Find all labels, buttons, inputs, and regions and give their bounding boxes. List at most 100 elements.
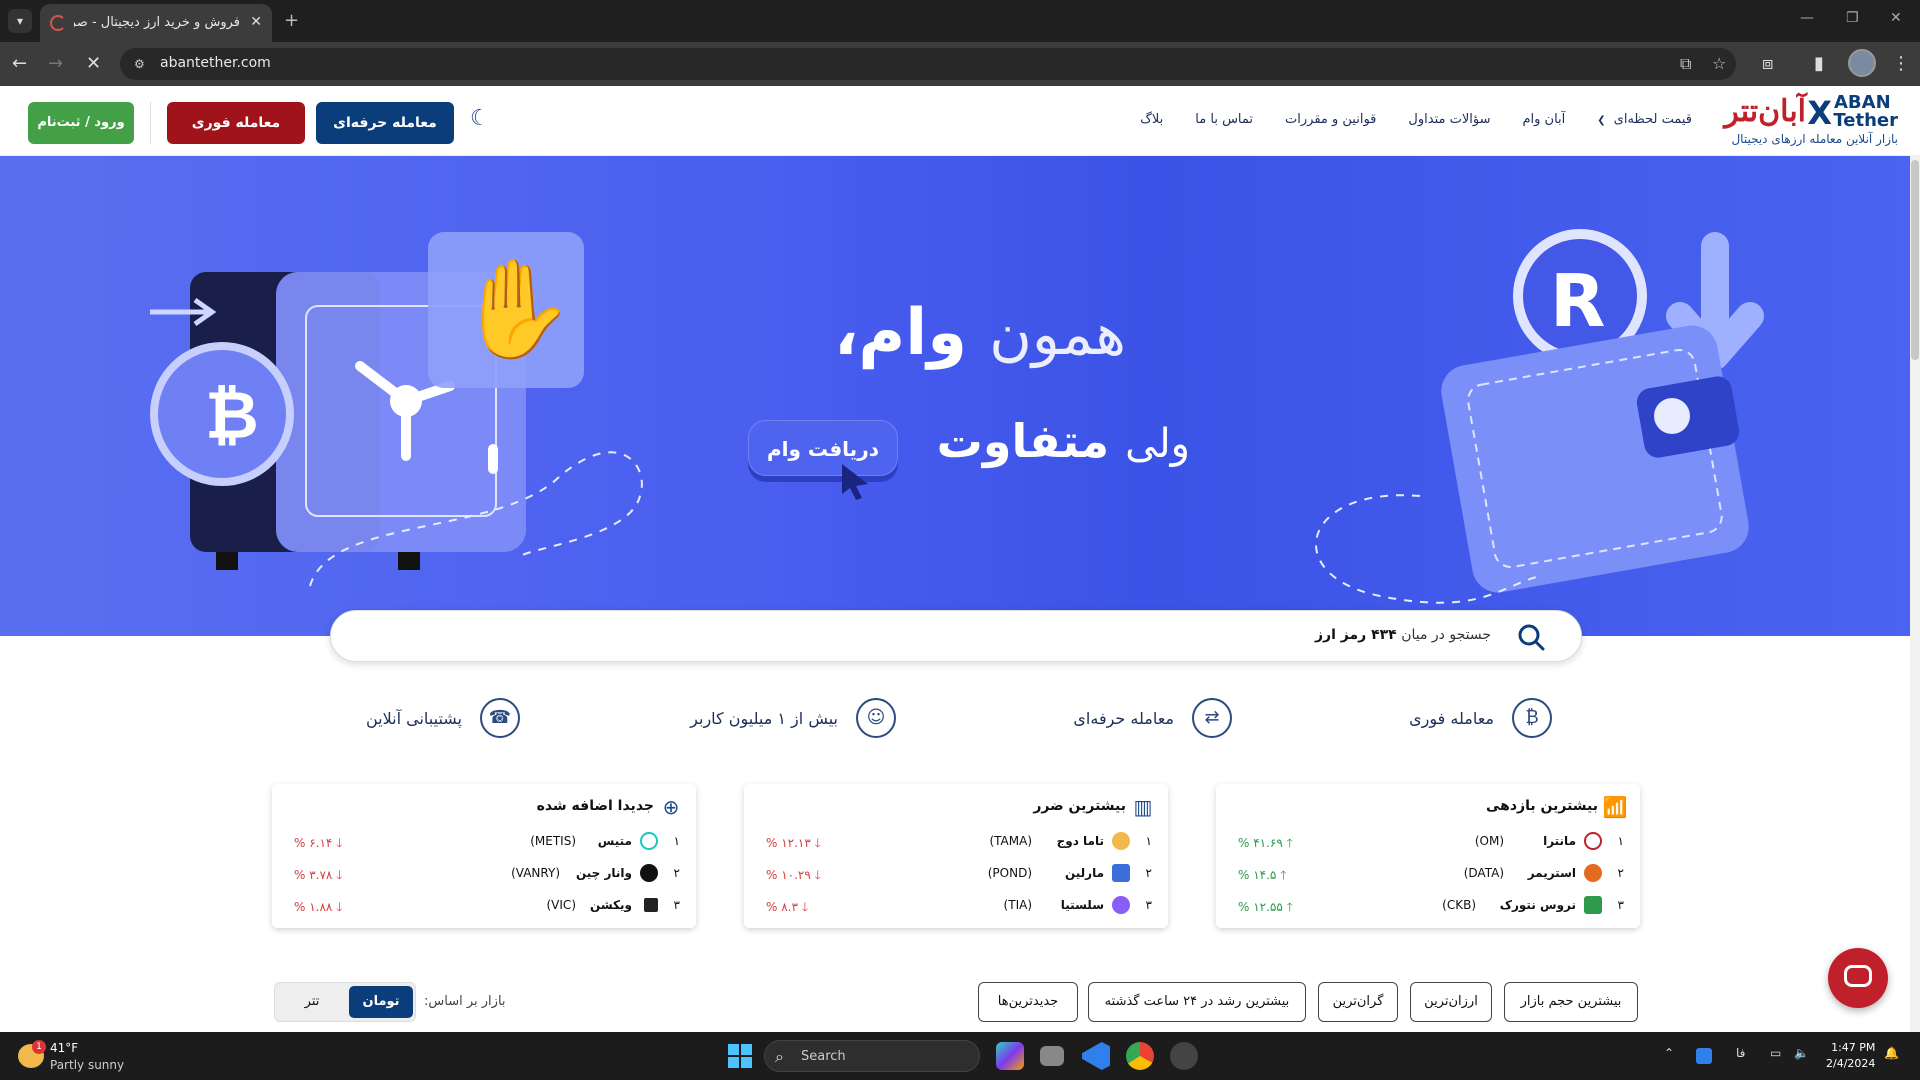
chrome-app-icon[interactable] bbox=[1126, 1042, 1154, 1070]
address-bar[interactable]: ⚙ abantether.com ⧉ ☆ bbox=[120, 48, 1736, 80]
toggle-toman[interactable]: تومان bbox=[349, 986, 413, 1018]
filter-most-expensive[interactable]: گران‌ترین bbox=[1318, 982, 1398, 1022]
taskbar-search[interactable]: ⌕ Search bbox=[764, 1040, 980, 1072]
nav-aban-loan[interactable]: آبان وام bbox=[1522, 112, 1565, 127]
tab-search-icon[interactable]: ▾ bbox=[8, 9, 32, 33]
network-icon[interactable]: ▭ bbox=[1770, 1046, 1781, 1060]
list-item[interactable]: ۱ تاما دوج (TAMA)% ۱۲.۱۳ 🡓 bbox=[760, 832, 1152, 852]
market-basis-label: بازار بر اساس: bbox=[424, 994, 506, 1009]
weather-status[interactable]: Partly sunny bbox=[50, 1058, 124, 1072]
stop-icon[interactable]: ✕ bbox=[86, 52, 101, 76]
back-icon[interactable]: ← bbox=[12, 52, 27, 76]
logo-fa: آبان‌تتر bbox=[1724, 94, 1806, 129]
wasp-app-icon[interactable] bbox=[1170, 1042, 1198, 1070]
list-item[interactable]: ۱ متیس (METIS)% ۶.۱۴ 🡓 bbox=[288, 832, 680, 852]
feature-instant-trade[interactable]: ₿ معامله فوری bbox=[1409, 698, 1552, 738]
svg-text:₿: ₿ bbox=[205, 377, 259, 454]
arrow-down-icon: 🡓 bbox=[336, 868, 343, 882]
arrow-up-icon: 🡑 bbox=[1286, 900, 1293, 914]
headset-icon: ☎ bbox=[480, 698, 520, 738]
site-logo[interactable]: آبان‌تتر X ABAN Tether بازار آنلاین معامل… bbox=[1708, 92, 1898, 148]
tray-app-icon[interactable] bbox=[1696, 1048, 1712, 1064]
window-close-icon[interactable]: ✕ bbox=[1890, 10, 1902, 26]
tray-chevron-icon[interactable]: ⌃ bbox=[1664, 1046, 1674, 1060]
new-tab-icon[interactable]: + bbox=[284, 10, 299, 31]
site-header: آبان‌تتر X ABAN Tether بازار آنلاین معامل… bbox=[0, 86, 1920, 156]
bitcoin-exchange-icon: ₿ bbox=[1512, 698, 1552, 738]
hero-banner[interactable]: ₿ ✋ R همون وام، ولی متفاوت دریافت وام bbox=[0, 156, 1910, 636]
browser-tab-bar: ▾ فروش و خرید ارز دیجیتال - صرافی ✕ + — … bbox=[0, 0, 1920, 42]
list-item[interactable]: ۳ ویکشن (VIC)% ۱.۸۸ 🡓 bbox=[288, 896, 680, 916]
minimize-icon[interactable]: — bbox=[1800, 10, 1814, 26]
feature-pro-trade[interactable]: ⇄ معامله حرفه‌ای bbox=[1073, 698, 1232, 738]
marlin-coin-icon bbox=[1112, 864, 1130, 882]
notifications-icon[interactable]: 🔔 bbox=[1884, 1046, 1899, 1060]
list-item[interactable]: ۲ مارلین (POND)% ۱۰.۲۹ 🡓 bbox=[760, 864, 1152, 884]
search-icon[interactable] bbox=[1517, 623, 1545, 651]
copilot-app-icon[interactable] bbox=[996, 1042, 1024, 1070]
forward-icon[interactable]: → bbox=[48, 52, 63, 76]
list-item[interactable]: ۲ استریمر (DATA)% ۱۴.۵ 🡑 bbox=[1232, 864, 1624, 884]
card-newly-added: ⊕ جدیدا اضافه شده ۱ متیس (METIS)% ۶.۱۴ 🡓 ۲… bbox=[272, 784, 696, 928]
windows-taskbar: 1 41°F Partly sunny ⌕ Search ⌃ فا ▭ 🔈 1:… bbox=[0, 1032, 1920, 1080]
pro-trade-button[interactable]: معامله حرفه‌ای bbox=[316, 102, 454, 144]
volume-icon[interactable]: 🔈 bbox=[1794, 1046, 1809, 1060]
vscode-app-icon[interactable] bbox=[1082, 1042, 1110, 1070]
list-item[interactable]: ۳ سلستیا (TIA)% ۸.۳ 🡓 bbox=[760, 896, 1152, 916]
weather-temp[interactable]: 41°F bbox=[50, 1041, 78, 1055]
nav-faq[interactable]: سؤالات متداول bbox=[1408, 112, 1490, 127]
filter-highest-growth-24h[interactable]: بیشترین رشد در ۲۴ ساعت گذشته bbox=[1088, 982, 1306, 1022]
nav-live-prices[interactable]: قیمت لحظه‌ای❯ bbox=[1597, 112, 1692, 127]
feature-users: ☺ بیش از ۱ میلیون کاربر bbox=[690, 698, 896, 738]
site-info-icon[interactable]: ⚙ bbox=[134, 56, 150, 72]
input-language[interactable]: فا bbox=[1736, 1046, 1745, 1060]
login-register-button[interactable]: ورود / ثبت‌نام bbox=[28, 102, 134, 144]
list-item[interactable]: ۱ مانترا (OM)% ۴۱.۶۹ 🡑 bbox=[1232, 832, 1624, 852]
clock[interactable]: 1:47 PM 2/4/2024 bbox=[1826, 1040, 1875, 1072]
card-top-losers: ▥ بیشترین ضرر ۱ تاما دوج (TAMA)% ۱۲.۱۳ 🡓 ۲… bbox=[744, 784, 1168, 928]
restore-icon[interactable]: ❐ bbox=[1846, 10, 1859, 26]
card-top-gainers: 📶 بیشترین بازدهی ۱ مانترا (OM)% ۴۱.۶۹ 🡑 ۲ا… bbox=[1216, 784, 1640, 928]
arrow-down-icon: 🡓 bbox=[336, 836, 343, 850]
chat-bubble-icon bbox=[1844, 965, 1872, 987]
list-item[interactable]: ۳ نروس نتورک (CKB)% ۱۲.۵۵ 🡑 bbox=[1232, 896, 1624, 916]
profile-avatar[interactable] bbox=[1848, 49, 1876, 77]
extensions-icon[interactable]: ⧈ bbox=[1762, 52, 1773, 76]
weather-badge: 1 bbox=[32, 1040, 46, 1054]
menu-icon[interactable]: ⋮ bbox=[1892, 52, 1910, 76]
bookmark-star-icon[interactable]: ☆ bbox=[1712, 54, 1726, 73]
get-loan-button[interactable]: دریافت وام bbox=[748, 420, 898, 476]
chat-support-button[interactable] bbox=[1828, 948, 1888, 1008]
tab-close-icon[interactable]: ✕ bbox=[250, 14, 262, 30]
task-view-icon[interactable] bbox=[1040, 1046, 1064, 1066]
windows-start-icon[interactable] bbox=[728, 1044, 752, 1068]
tab-title: فروش و خرید ارز دیجیتال - صرافی bbox=[74, 15, 240, 30]
main-nav: قیمت لحظه‌ای❯ آبان وام سؤالات متداول قوا… bbox=[1140, 112, 1692, 127]
arrow-down-icon: 🡓 bbox=[336, 900, 343, 914]
chevron-down-icon: ❯ bbox=[1597, 115, 1606, 126]
filter-cheapest[interactable]: ارزان‌ترین bbox=[1410, 982, 1492, 1022]
card-title: بیشترین ضرر bbox=[1033, 798, 1126, 814]
nav-rules[interactable]: قوانین و مقررات bbox=[1285, 112, 1376, 127]
instant-trade-button[interactable]: معامله فوری bbox=[167, 102, 305, 144]
celestia-coin-icon bbox=[1112, 896, 1130, 914]
chart-down-icon: ▥ bbox=[1133, 795, 1153, 819]
feature-support[interactable]: ☎ پشتیبانی آنلاین bbox=[366, 698, 520, 738]
filter-highest-volume[interactable]: بیشترین حجم بازار bbox=[1504, 982, 1638, 1022]
translate-icon[interactable]: ⧉ bbox=[1680, 54, 1691, 74]
nav-contact[interactable]: تماس با ما bbox=[1195, 112, 1253, 127]
users-exchange-icon: ⇄ bbox=[1192, 698, 1232, 738]
browser-tab[interactable]: فروش و خرید ارز دیجیتال - صرافی ✕ bbox=[40, 4, 272, 42]
list-item[interactable]: ۲ وانار چین (VANRY)% ۳.۷۸ 🡓 bbox=[288, 864, 680, 884]
toggle-tether[interactable]: تتر bbox=[279, 986, 345, 1018]
arrow-down-icon: 🡓 bbox=[814, 868, 821, 882]
mantra-coin-icon bbox=[1584, 832, 1602, 850]
tamadoge-coin-icon bbox=[1112, 832, 1130, 850]
dark-mode-moon-icon[interactable]: ☾ bbox=[470, 106, 496, 132]
nav-blog[interactable]: بلاگ bbox=[1140, 112, 1163, 127]
side-panel-icon[interactable]: ▮ bbox=[1814, 52, 1824, 76]
filter-newest[interactable]: جدیدترین‌ها bbox=[978, 982, 1078, 1022]
url-text: abantether.com bbox=[160, 55, 271, 71]
scrollbar-thumb[interactable] bbox=[1911, 160, 1919, 360]
coin-search-input[interactable]: جستجو در میان ۴۳۴ رمز ارز bbox=[330, 610, 1582, 662]
